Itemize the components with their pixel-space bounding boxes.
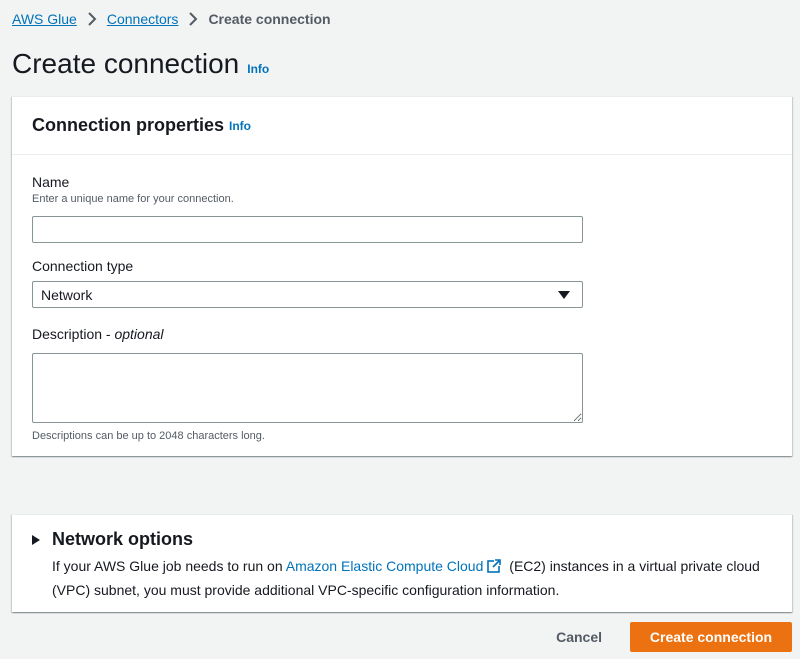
breadcrumb-connectors[interactable]: Connectors xyxy=(107,10,179,28)
breadcrumb-aws-glue[interactable]: AWS Glue xyxy=(12,10,77,28)
network-options-expander[interactable]: Network options xyxy=(32,529,772,550)
description-optional: optional xyxy=(114,326,164,342)
description-label-text: Description - xyxy=(32,326,115,342)
page-info-link[interactable]: Info xyxy=(247,62,269,76)
caret-down-icon xyxy=(558,290,570,299)
name-label: Name xyxy=(32,174,70,190)
network-options-title: Network options xyxy=(52,529,194,549)
form-actions: Cancel Create connection xyxy=(536,622,792,652)
properties-info-link[interactable]: Info xyxy=(229,119,251,133)
network-options-description: If your AWS Glue job needs to run on Ama… xyxy=(52,555,782,601)
panel-title: Connection properties xyxy=(32,115,225,135)
description-constraint: Descriptions can be up to 2048 character… xyxy=(32,430,265,442)
connection-properties-panel: Connection properties Info Name Enter a … xyxy=(12,96,792,456)
ec2-link[interactable]: Amazon Elastic Compute Cloud xyxy=(286,558,484,574)
network-options-panel: Network options If your AWS Glue job nee… xyxy=(12,514,792,612)
create-connection-button[interactable]: Create connection xyxy=(630,622,792,652)
cancel-button[interactable]: Cancel xyxy=(536,622,622,652)
page-header: Create connection Info xyxy=(12,46,269,82)
breadcrumb: AWS Glue Connectors Create connection xyxy=(12,10,331,28)
caret-right-icon xyxy=(32,534,40,545)
connection-type-value: Network xyxy=(41,286,93,303)
chevron-right-icon xyxy=(87,12,97,26)
connection-type-select[interactable]: Network xyxy=(32,281,583,308)
name-description: Enter a unique name for your connection. xyxy=(32,193,234,205)
description-textarea[interactable] xyxy=(32,353,583,423)
network-text-before: If your AWS Glue job needs to run on xyxy=(52,558,286,574)
breadcrumb-current: Create connection xyxy=(208,11,331,27)
connection-type-label: Connection type xyxy=(32,258,134,274)
connection-type-field: Connection type Network xyxy=(32,257,583,308)
page-title: Create connection xyxy=(12,48,240,79)
chevron-right-icon xyxy=(188,12,198,26)
panel-header: Connection properties Info xyxy=(12,97,792,155)
description-label: Description - optional xyxy=(32,325,583,343)
name-field: Name Enter a unique name for your connec… xyxy=(32,173,583,243)
external-link-icon[interactable] xyxy=(487,557,502,579)
description-field: Description - optional Descriptions can … xyxy=(32,325,583,442)
name-input[interactable] xyxy=(32,216,583,243)
